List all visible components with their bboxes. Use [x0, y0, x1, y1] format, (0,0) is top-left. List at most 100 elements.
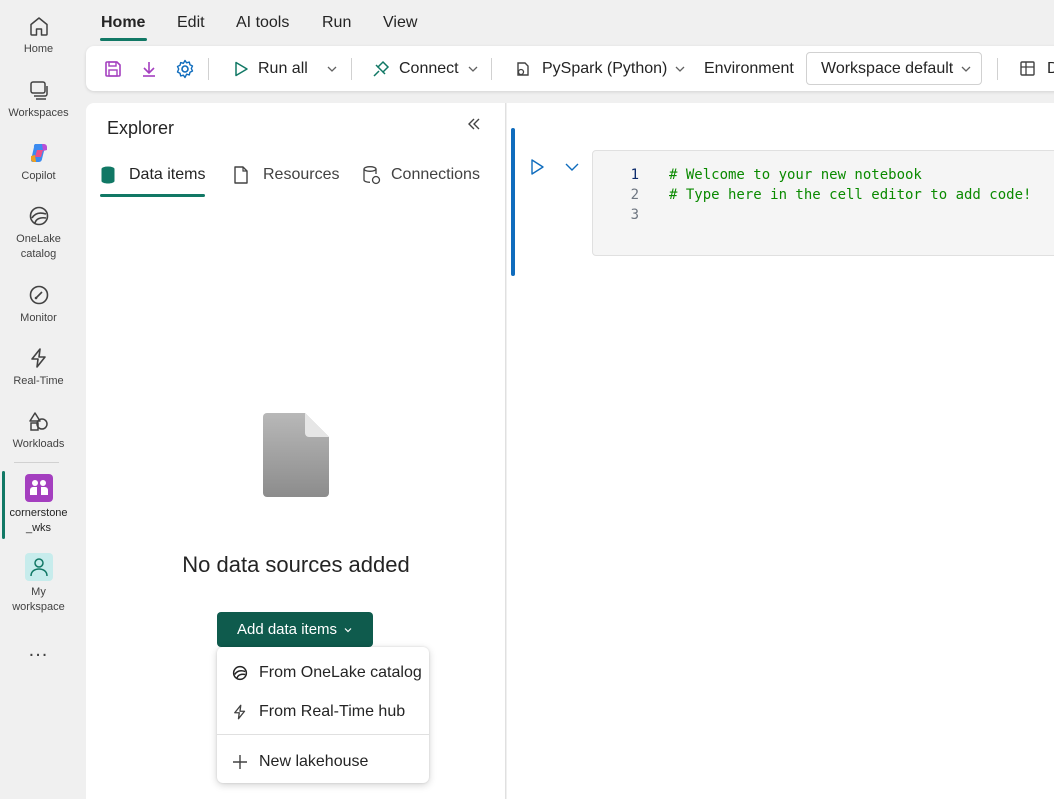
explorer-panel: Explorer Data items Resources Connection… — [86, 103, 506, 799]
download-button[interactable] — [139, 46, 159, 91]
chevron-down-icon — [675, 66, 685, 72]
menu-ai-tools[interactable]: AI tools — [236, 14, 289, 32]
menu-item-from-real-time-hub[interactable]: From Real-Time hub — [217, 695, 429, 729]
menu-item-label: New lakehouse — [259, 753, 369, 770]
add-data-items-menu: From OneLake catalog From Real-Time hub … — [217, 647, 429, 783]
more-icon[interactable]: ... — [0, 640, 77, 660]
menu-edit[interactable]: Edit — [177, 14, 205, 32]
data-wrangler-label: D — [1047, 59, 1054, 77]
rail-item-home[interactable]: Home — [0, 14, 77, 57]
toolbar-divider — [208, 58, 209, 80]
tab-connections[interactable]: Connections — [361, 163, 480, 187]
rail-label: My workspace — [12, 586, 65, 613]
menu-item-label: From Real-Time hub — [259, 703, 406, 720]
tab-data-items[interactable]: Data items — [100, 163, 205, 187]
play-icon — [235, 61, 248, 76]
cell-options-dropdown[interactable] — [564, 159, 580, 178]
language-label: PySpark (Python) — [542, 59, 668, 77]
run-cell-button[interactable] — [529, 158, 545, 179]
play-icon — [531, 159, 544, 175]
plus-icon — [233, 755, 247, 769]
rail-item-my-workspace[interactable]: My workspace — [0, 553, 77, 615]
plug-icon — [373, 60, 390, 77]
rail-item-copilot[interactable]: Copilot — [0, 141, 77, 184]
gear-icon — [176, 59, 194, 78]
toolbar-divider — [351, 58, 352, 80]
explorer-title: Explorer — [107, 118, 175, 138]
monitor-icon — [29, 285, 48, 305]
active-cell-indicator — [511, 128, 515, 276]
menu-item-label: From OneLake catalog — [259, 664, 422, 681]
home-icon — [29, 17, 48, 36]
left-nav-rail: Home Workspaces Copilot OneLake catalog … — [0, 0, 77, 799]
environment-value: Workspace default — [821, 59, 954, 77]
onelake-icon — [232, 665, 248, 681]
rail-label: Workspaces — [8, 107, 69, 119]
rail-label: Copilot — [21, 170, 56, 182]
menu-run[interactable]: Run — [322, 14, 351, 32]
rail-label: Workloads — [12, 438, 65, 450]
menu-divider — [217, 734, 429, 735]
copilot-icon — [30, 144, 47, 162]
tab-label: Connections — [391, 166, 480, 183]
settings-button[interactable] — [174, 46, 196, 91]
line-number: 2 — [630, 187, 639, 203]
tab-label: Resources — [263, 166, 340, 183]
my-workspace-icon — [24, 553, 53, 581]
empty-state-message: No data sources added — [182, 552, 410, 577]
chevron-down-icon — [565, 163, 579, 171]
environment-select[interactable]: Workspace default — [806, 52, 982, 85]
connect-label: Connect — [399, 59, 459, 77]
line-number: 3 — [630, 207, 639, 223]
language-button[interactable]: PySpark (Python) — [513, 46, 686, 91]
data-wrangler-button[interactable]: D — [1018, 46, 1054, 91]
connect-button[interactable]: Connect — [371, 46, 479, 91]
chevron-down-icon — [344, 627, 352, 632]
tab-resources[interactable]: Resources — [233, 163, 339, 187]
tab-label: Data items — [129, 166, 206, 183]
rail-item-monitor[interactable]: Monitor — [0, 283, 77, 326]
realtime-icon — [234, 704, 246, 720]
add-data-items-button[interactable]: Add data items — [217, 612, 373, 647]
add-data-items-label: Add data items — [236, 621, 338, 638]
rail-label: OneLake catalog — [16, 233, 61, 260]
run-all-dropdown[interactable] — [326, 46, 338, 91]
run-all-label: Run all — [258, 59, 308, 77]
line-number: 1 — [630, 167, 639, 183]
menu-item-from-onelake-catalog[interactable]: From OneLake catalog — [217, 656, 429, 690]
rail-item-onelake-catalog[interactable]: OneLake catalog — [0, 204, 77, 262]
double-chevron-left-icon — [468, 118, 480, 130]
environment-label: Environment — [704, 59, 794, 77]
ribbon-toolbar: Run all Connect PySpark (Python) Environ… — [86, 46, 1054, 91]
toolbar-divider — [997, 58, 998, 80]
menu-item-new-lakehouse[interactable]: New lakehouse — [217, 745, 429, 779]
code-line: # Welcome to your new notebook — [669, 167, 922, 183]
chevron-down-icon — [468, 66, 478, 72]
chevron-down-icon — [327, 66, 337, 72]
empty-file-icon — [261, 411, 331, 502]
rail-label: cornerstone _wks — [9, 507, 68, 534]
workspaces-icon — [29, 81, 48, 100]
code-cell-editor[interactable]: 1 2 3 # Welcome to your new notebook # T… — [592, 150, 1054, 256]
menu-home[interactable]: Home — [101, 14, 145, 32]
tab-active-indicator — [100, 194, 205, 197]
save-icon — [105, 60, 121, 77]
notebook-canvas: 1 2 3 # Welcome to your new notebook # T… — [507, 103, 1054, 799]
chevron-down-icon — [961, 66, 971, 72]
document-icon — [234, 166, 248, 184]
workspace-badge-icon — [24, 474, 53, 502]
collapse-explorer-button[interactable] — [466, 116, 482, 135]
rail-item-real-time[interactable]: Real-Time — [0, 346, 77, 389]
menu-view[interactable]: View — [383, 14, 417, 32]
run-all-button[interactable]: Run all — [232, 46, 308, 91]
python-settings-icon — [517, 61, 529, 76]
top-menu: Home Edit AI tools Run View — [86, 0, 1054, 44]
download-icon — [143, 61, 155, 77]
database-link-icon — [363, 166, 381, 185]
rail-divider — [14, 462, 59, 463]
rail-item-cornerstone-wks[interactable]: cornerstone _wks — [0, 474, 77, 536]
code-line: # Type here in the cell editor to add co… — [669, 187, 1032, 203]
rail-item-workloads[interactable]: Workloads — [0, 409, 77, 452]
save-button[interactable] — [103, 46, 123, 91]
rail-item-workspaces[interactable]: Workspaces — [0, 78, 77, 121]
